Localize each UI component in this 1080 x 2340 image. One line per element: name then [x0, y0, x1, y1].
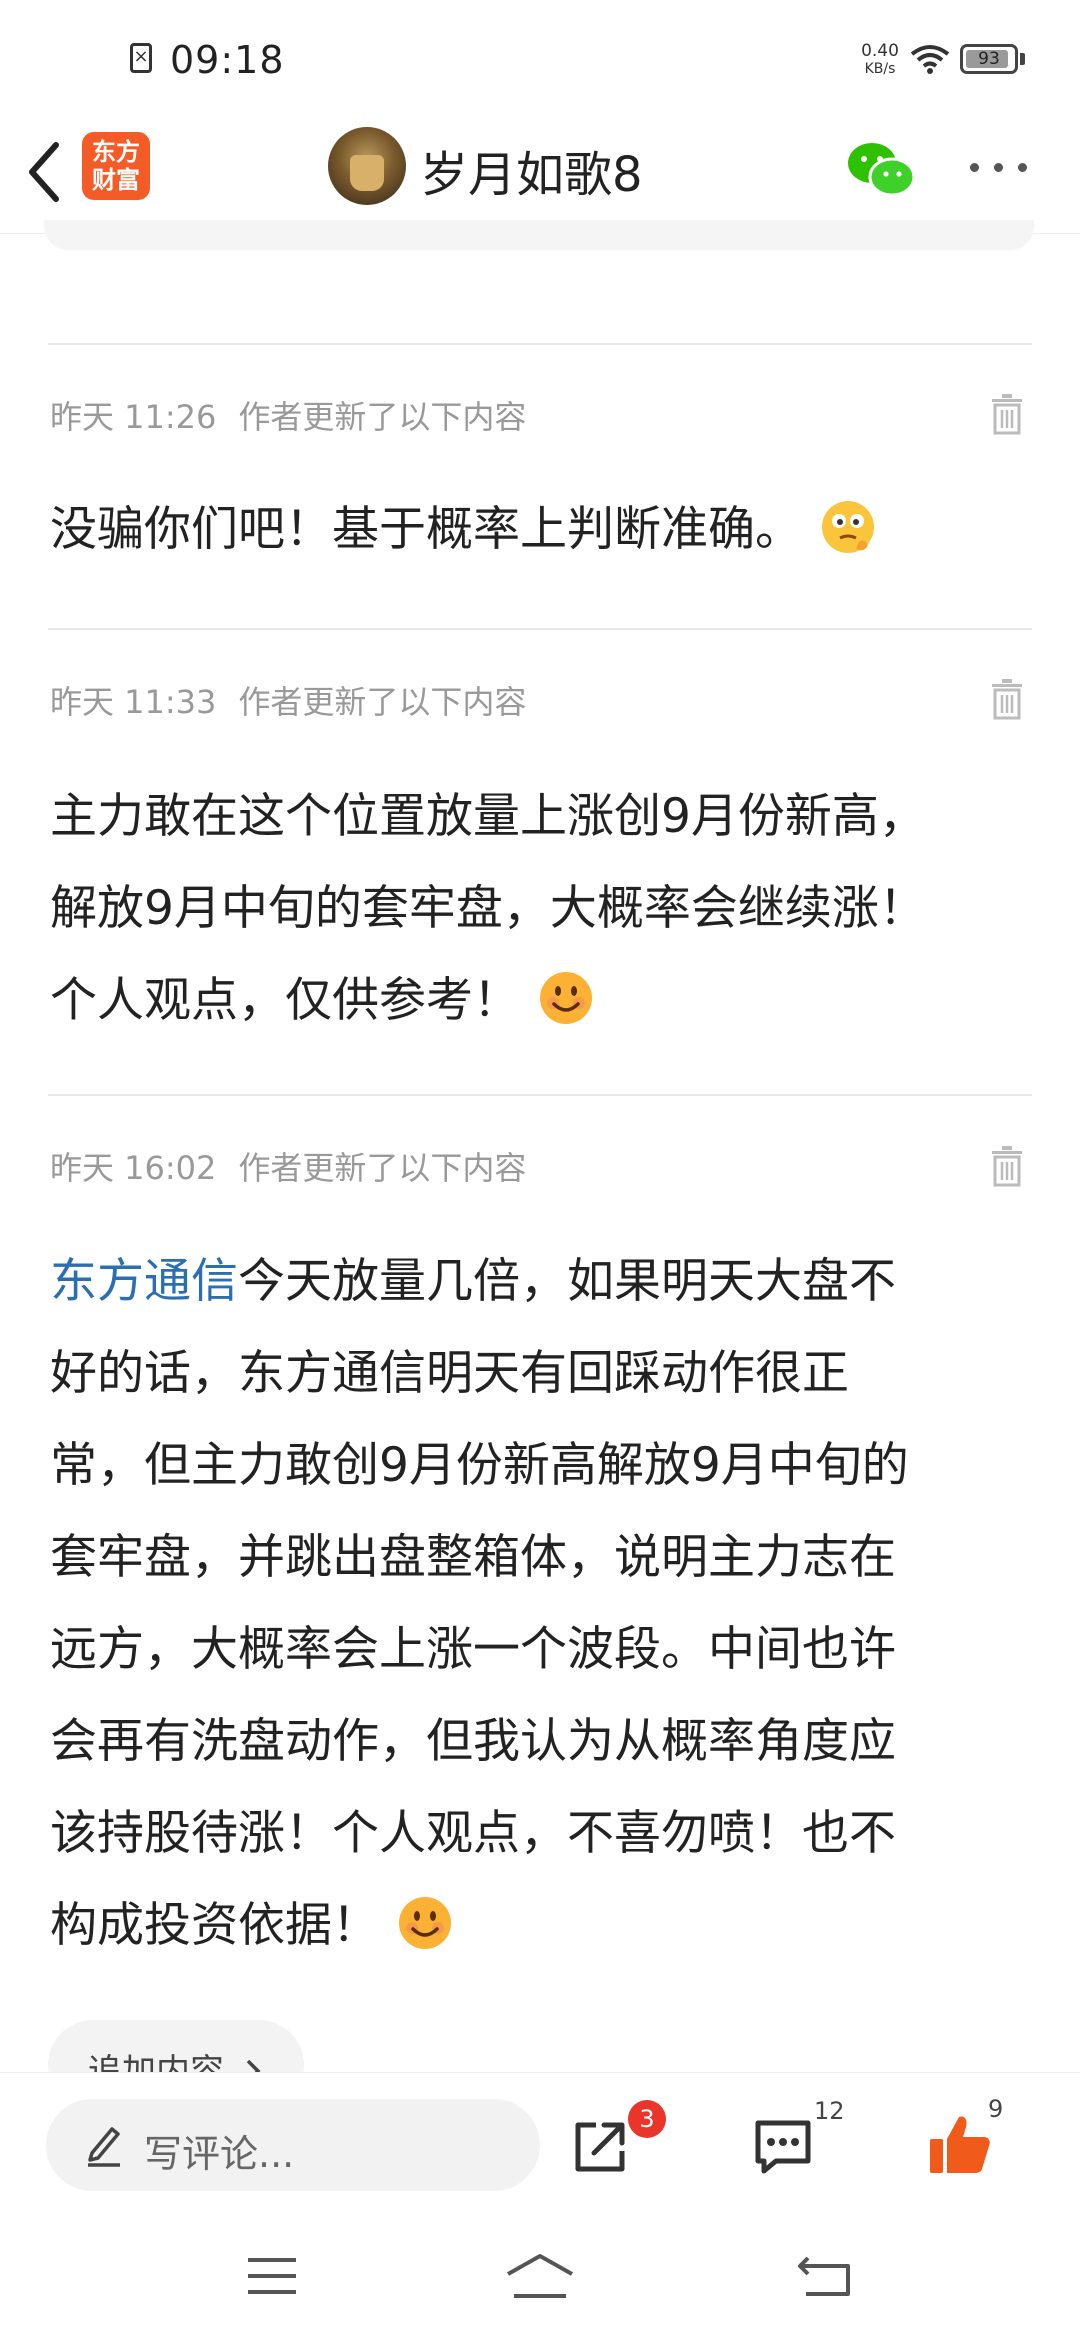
- battery-icon: 93: [960, 44, 1018, 74]
- update-text: 东方通信今天放量几倍，如果明天大盘不 好的话，东方通信明天有回踩动作很正 常，但…: [50, 1236, 1020, 1972]
- update-text-line: 常，但主力敢创9月份新高解放9月中旬的: [50, 1438, 909, 1493]
- update-text-line: 解放9月中旬的套牢盘，大概率会继续涨！: [50, 881, 926, 936]
- update-note: 作者更新了以下内容: [238, 683, 527, 721]
- update-time: 昨天 11:33: [50, 683, 217, 721]
- thinking-face-icon: [822, 500, 874, 553]
- divider: [48, 628, 1032, 630]
- status-time: 09:18: [170, 38, 285, 82]
- pencil-icon: [88, 2127, 120, 2167]
- network-speed-value: 0.40: [861, 41, 899, 61]
- stock-link[interactable]: 东方通信: [50, 1254, 238, 1309]
- nav-back-icon[interactable]: [796, 2254, 852, 2298]
- share-icon[interactable]: [570, 2117, 630, 2177]
- bottom-action-bar: 写评论... 3 12 9: [0, 2072, 1080, 2213]
- avatar[interactable]: [328, 127, 406, 205]
- delete-icon[interactable]: [990, 1145, 1024, 1187]
- smiling-face-icon: [540, 971, 592, 1024]
- thumbs-up-icon[interactable]: [928, 2113, 992, 2177]
- home-icon[interactable]: [504, 2252, 576, 2300]
- delete-icon[interactable]: [990, 393, 1024, 435]
- wechat-icon[interactable]: [846, 139, 916, 199]
- update-note: 作者更新了以下内容: [238, 1149, 527, 1187]
- update-text-line: 远方，大概率会上涨一个波段。中间也许: [50, 1622, 896, 1677]
- update-time: 昨天 16:02: [50, 1149, 217, 1187]
- author-name[interactable]: 岁月如歌8: [420, 135, 643, 205]
- status-bar: × 09:18 0.40 KB/s 93: [0, 0, 1080, 115]
- network-speed-unit: KB/s: [864, 61, 896, 77]
- divider: [48, 343, 1032, 345]
- wifi-icon: [910, 45, 950, 74]
- app-logo[interactable]: 东方 财富: [82, 132, 150, 200]
- battery-tip: [1020, 53, 1025, 65]
- update-text-line: 主力敢在这个位置放量上涨创9月份新高，: [50, 789, 926, 844]
- system-nav-bar: [0, 2212, 1080, 2340]
- top-header: 东方 财富 岁月如歌8: [0, 115, 1080, 234]
- smiling-face-icon: [399, 1896, 451, 1949]
- update-text-line: 套牢盘，并跳出盘整箱体，说明主力志在: [50, 1530, 896, 1585]
- comment-input[interactable]: 写评论...: [46, 2099, 540, 2191]
- network-speed: 0.40 KB/s: [858, 42, 902, 78]
- update-text-line: 构成投资依据！: [50, 1898, 379, 1953]
- no-sim-icon: ×: [130, 43, 152, 73]
- like-count: 9: [988, 2095, 1004, 2123]
- update-text: 没骗你们吧！基于概率上判断准确。: [50, 484, 1020, 576]
- battery-percent: 93: [978, 49, 1000, 69]
- comment-placeholder: 写评论...: [144, 2132, 295, 2176]
- update-meta: 昨天 11:33 作者更新了以下内容: [50, 677, 526, 723]
- update-text: 主力敢在这个位置放量上涨创9月份新高， 解放9月中旬的套牢盘，大概率会继续涨！ …: [50, 771, 1020, 1047]
- update-note: 作者更新了以下内容: [238, 398, 527, 436]
- divider: [48, 1094, 1032, 1096]
- logo-line2: 财富: [92, 166, 140, 194]
- update-text-line: 个人观点，仅供参考！: [50, 973, 520, 1028]
- update-meta: 昨天 16:02 作者更新了以下内容: [50, 1143, 526, 1189]
- comment-count: 12: [814, 2097, 845, 2125]
- previous-card-edge: [44, 220, 1034, 250]
- comment-icon[interactable]: [752, 2117, 814, 2177]
- update-text-line: 会再有洗盘动作，但我认为从概率角度应: [50, 1714, 896, 1769]
- update-time: 昨天 11:26: [50, 398, 217, 436]
- update-meta: 昨天 11:26 作者更新了以下内容: [50, 392, 526, 438]
- share-badge: 3: [628, 2100, 666, 2138]
- update-text-line: 今天放量几倍，如果明天大盘不: [238, 1254, 896, 1309]
- menu-icon[interactable]: [246, 2256, 298, 2296]
- update-text-line: 该持股待涨！个人观点，不喜勿喷！也不: [50, 1806, 896, 1861]
- update-text-line: 没骗你们吧！基于概率上判断准确。: [50, 502, 802, 557]
- more-icon[interactable]: [970, 157, 1030, 177]
- delete-icon[interactable]: [990, 678, 1024, 720]
- logo-line1: 东方: [92, 138, 140, 166]
- back-icon[interactable]: [20, 137, 70, 207]
- update-text-line: 好的话，东方通信明天有回踩动作很正: [50, 1346, 849, 1401]
